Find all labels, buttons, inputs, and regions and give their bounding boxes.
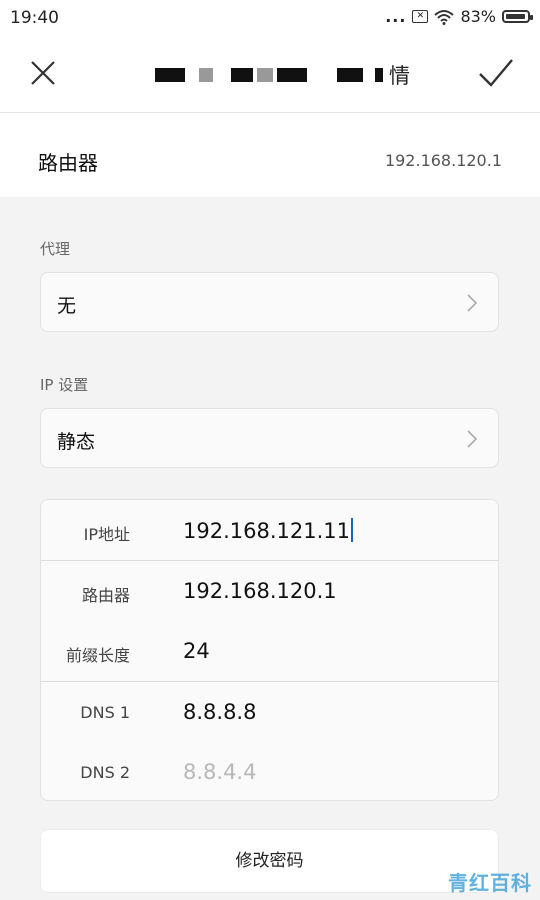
chevron-right-icon [467, 430, 478, 448]
gateway-label: 路由器 [81, 586, 130, 605]
gateway-field[interactable]: 192.168.120.1 [183, 579, 337, 603]
title-bar: 情 [0, 36, 540, 113]
static-ip-form: IP地址 192.168.121.11 路由器 192.168.120.1 前缀… [40, 499, 499, 801]
text-cursor [351, 518, 353, 542]
redacted-block [199, 68, 213, 82]
chevron-right-icon [467, 294, 478, 312]
router-info-row: 路由器 192.168.120.1 [0, 113, 540, 197]
ip-address-row[interactable]: IP地址 192.168.121.11 [41, 500, 498, 560]
status-time: 19:40 [10, 8, 59, 28]
change-password-button[interactable]: 修改密码 [40, 829, 499, 893]
more-notifications-icon: ... [385, 7, 407, 26]
dns2-field[interactable]: 8.8.4.4 [183, 760, 256, 784]
proxy-selector[interactable]: 无 [40, 272, 499, 332]
dns1-field[interactable]: 8.8.8.8 [183, 700, 256, 724]
wifi-icon [434, 9, 455, 25]
status-bar: 19:40 ... ✕ 83% [0, 0, 540, 36]
dns2-row[interactable]: DNS 2 8.8.4.4 [41, 742, 498, 802]
gateway-row[interactable]: 路由器 192.168.120.1 [41, 561, 498, 621]
proxy-section-label: 代理 [40, 240, 71, 258]
prefix-length-label: 前缀长度 [65, 646, 130, 665]
redacted-block [375, 68, 383, 82]
close-icon[interactable] [28, 58, 58, 88]
prefix-length-row[interactable]: 前缀长度 24 [41, 621, 498, 681]
ip-settings-section-label: IP 设置 [40, 376, 89, 394]
router-label: 路由器 [38, 151, 98, 175]
ip-address-value: 192.168.121.11 [183, 519, 350, 543]
watermark: 青红百科 [448, 871, 532, 895]
page-title: 情 [155, 62, 410, 88]
dns2-label: DNS 2 [80, 763, 130, 782]
status-icons: ... ✕ 83% [385, 7, 533, 26]
redacted-block [231, 68, 253, 82]
prefix-length-field[interactable]: 24 [183, 639, 210, 663]
router-value: 192.168.120.1 [384, 151, 502, 170]
redacted-block [277, 68, 307, 82]
battery-icon [502, 10, 533, 23]
redacted-block [257, 68, 273, 82]
redacted-block [155, 68, 185, 82]
battery-percent: 83% [460, 7, 496, 26]
ip-address-label: IP地址 [83, 525, 130, 544]
title-text: 情 [389, 64, 410, 88]
ip-address-field[interactable]: 192.168.121.11 [183, 518, 353, 543]
sim-off-icon: ✕ [412, 10, 429, 23]
proxy-value: 无 [57, 295, 77, 317]
ip-settings-selector[interactable]: 静态 [40, 408, 499, 468]
dns1-label: DNS 1 [80, 703, 130, 722]
ip-settings-value: 静态 [57, 431, 96, 453]
check-icon[interactable] [478, 56, 514, 90]
redacted-block [337, 68, 363, 82]
dns1-row[interactable]: DNS 1 8.8.8.8 [41, 682, 498, 742]
